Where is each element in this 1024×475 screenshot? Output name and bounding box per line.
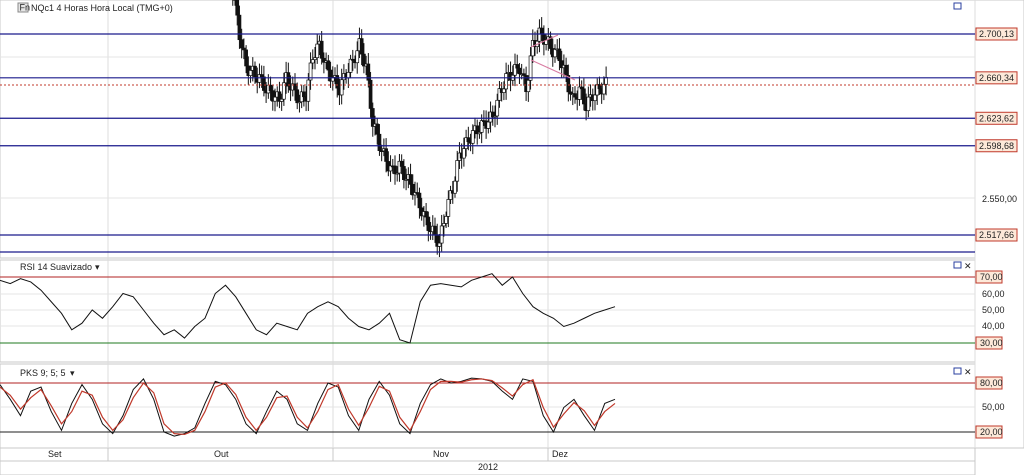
candle-body — [602, 83, 606, 95]
candle-body — [424, 211, 428, 218]
candle-body — [273, 96, 277, 102]
candle-body — [573, 93, 577, 98]
svg-text:80,00: 80,00 — [980, 378, 1003, 388]
candle-body — [604, 77, 608, 85]
candle-body — [248, 70, 253, 76]
chart-title: NQc1 4 Horas Hora Local (TMG+0) — [31, 3, 173, 13]
price-level-label: 2.660,34 — [979, 73, 1014, 83]
candle-body — [286, 72, 291, 87]
candle-body — [302, 91, 306, 98]
price-level-label: 2.700,13 — [979, 29, 1014, 39]
price-level-label: 2.623,62 — [979, 113, 1014, 123]
candle-body — [359, 38, 364, 55]
rsi-close-icon[interactable]: ✕ — [964, 261, 972, 271]
svg-text:50,00: 50,00 — [982, 402, 1005, 412]
candle-body — [446, 199, 451, 217]
candle-body — [486, 121, 491, 129]
candle-body — [426, 216, 431, 231]
candle-body — [442, 223, 446, 227]
candle-body — [393, 165, 397, 175]
candle-body — [517, 67, 522, 75]
svg-text:20,00: 20,00 — [980, 427, 1003, 437]
month-label: Out — [214, 449, 229, 459]
candle-body — [355, 50, 360, 64]
svg-text:Fn: Fn — [20, 3, 31, 13]
candle-body — [437, 242, 442, 247]
svg-text:40,00: 40,00 — [982, 321, 1005, 331]
candle-body — [326, 60, 331, 71]
candle-body — [237, 14, 242, 41]
candle-body — [444, 216, 448, 224]
svg-text:50,00: 50,00 — [982, 305, 1005, 315]
month-label: Nov — [433, 449, 450, 459]
chevron-down-icon[interactable]: ▾ — [70, 368, 75, 378]
pks-close-icon[interactable]: ✕ — [964, 367, 972, 377]
candle-body — [502, 88, 506, 93]
month-label: Dez — [552, 449, 569, 459]
candle-body — [262, 76, 266, 91]
candle-body — [235, 0, 240, 16]
candle-body — [253, 65, 257, 78]
candle-body — [539, 27, 544, 35]
candle-body — [433, 225, 437, 236]
price-level-label: 2.517,66 — [979, 230, 1014, 240]
candle-body — [368, 79, 373, 109]
candle-body — [244, 49, 248, 67]
candle-body — [470, 130, 475, 144]
candle-body — [462, 148, 466, 159]
candle-body — [402, 166, 406, 180]
candle-body — [346, 72, 351, 79]
candle-body — [310, 59, 315, 64]
candle-body — [479, 120, 484, 133]
candle-body — [593, 94, 597, 102]
svg-text:60,00: 60,00 — [982, 289, 1005, 299]
chart-header: Fn NQc1 4 Horas Hora Local (TMG+0) — [17, 2, 173, 13]
chevron-down-icon[interactable]: ▾ — [95, 262, 100, 272]
candle-body — [504, 73, 508, 90]
month-label: Set — [48, 449, 62, 459]
svg-text:70,00: 70,00 — [980, 272, 1003, 282]
candle-body — [557, 48, 562, 62]
chart-canvas: Fn NQc1 4 Horas Hora Local (TMG+0) RSI 1… — [0, 0, 1024, 475]
candle-body — [495, 99, 500, 117]
candle-body — [239, 39, 244, 49]
rsi-title: RSI 14 Suavizado — [20, 262, 92, 272]
year-label: 2012 — [478, 462, 498, 472]
pks-panel — [0, 363, 976, 449]
candle-body — [528, 55, 533, 81]
candle-body — [586, 96, 591, 112]
candle-body — [268, 84, 273, 92]
price-panel — [0, 0, 976, 259]
candle-body — [408, 174, 413, 185]
candle-body — [399, 160, 404, 167]
candle-body — [564, 64, 568, 76]
price-tick: 2.550,00 — [982, 194, 1017, 204]
price-level-label: 2.598,68 — [979, 141, 1014, 151]
candle-body — [295, 89, 300, 104]
candle-body — [455, 160, 460, 182]
candle-body — [384, 148, 388, 162]
candle-body — [375, 123, 380, 135]
candle-body — [553, 49, 557, 58]
candle-body — [526, 79, 531, 93]
pks-title: PKS 9; 5; 5 — [20, 368, 66, 378]
candle-body — [582, 88, 586, 105]
candle-body — [348, 58, 353, 73]
candle-body — [453, 180, 457, 194]
candle-body — [377, 133, 382, 151]
svg-text:30,00: 30,00 — [980, 338, 1003, 348]
candle-body — [466, 137, 471, 143]
candle-body — [315, 43, 320, 59]
candle-body — [339, 79, 344, 96]
candle-body — [417, 192, 422, 209]
candle-body — [319, 40, 324, 59]
candle-body — [306, 79, 311, 102]
candle-body — [515, 64, 520, 69]
